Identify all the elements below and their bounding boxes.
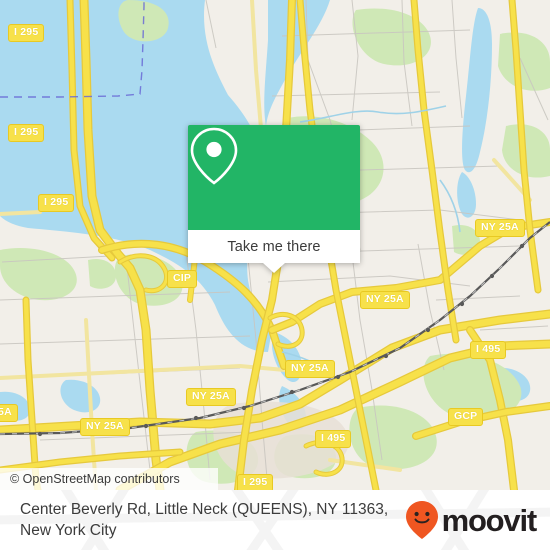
map-pin-icon (190, 127, 238, 185)
osm-attribution[interactable]: © OpenStreetMap contributors (0, 468, 218, 490)
osm-attribution-label: © OpenStreetMap contributors (10, 472, 180, 486)
road-shield: NY 25A (186, 388, 236, 406)
road-shield: CIP (167, 270, 198, 288)
moovit-pin-icon (405, 501, 438, 539)
footer-bar: Center Beverly Rd, Little Neck (QUEENS),… (0, 490, 550, 550)
popup-icon-area (188, 125, 360, 230)
road-shield: NY 25A (80, 418, 130, 436)
road-shield: GCP (448, 408, 484, 426)
road-shield: I 295 (8, 24, 45, 42)
address-text: Center Beverly Rd, Little Neck (QUEENS),… (20, 501, 389, 539)
road-shield: I 295 (237, 474, 274, 490)
take-me-there-button[interactable]: Take me there (188, 230, 360, 273)
road-shield: NY 25A (475, 219, 525, 237)
road-shield: I 495 (470, 341, 507, 359)
road-shield: 25A (0, 404, 18, 422)
road-shield: I 295 (38, 194, 75, 212)
moovit-logo: moovit (405, 500, 538, 540)
map-screen: I 295 I 295 I 295 CIP NY 25A NY 25A NY 2… (0, 0, 550, 550)
moovit-logo-text: moovit (441, 502, 538, 538)
road-shield: NY 25A (285, 360, 335, 378)
road-shield: I 295 (8, 124, 45, 142)
location-popup[interactable]: Take me there (188, 125, 360, 273)
map-canvas[interactable]: I 295 I 295 I 295 CIP NY 25A NY 25A NY 2… (0, 0, 550, 490)
road-shield: I 495 (315, 430, 352, 448)
road-shield: NY 25A (360, 291, 410, 309)
popup-tail (263, 263, 285, 273)
take-me-there-label: Take me there (227, 238, 321, 255)
